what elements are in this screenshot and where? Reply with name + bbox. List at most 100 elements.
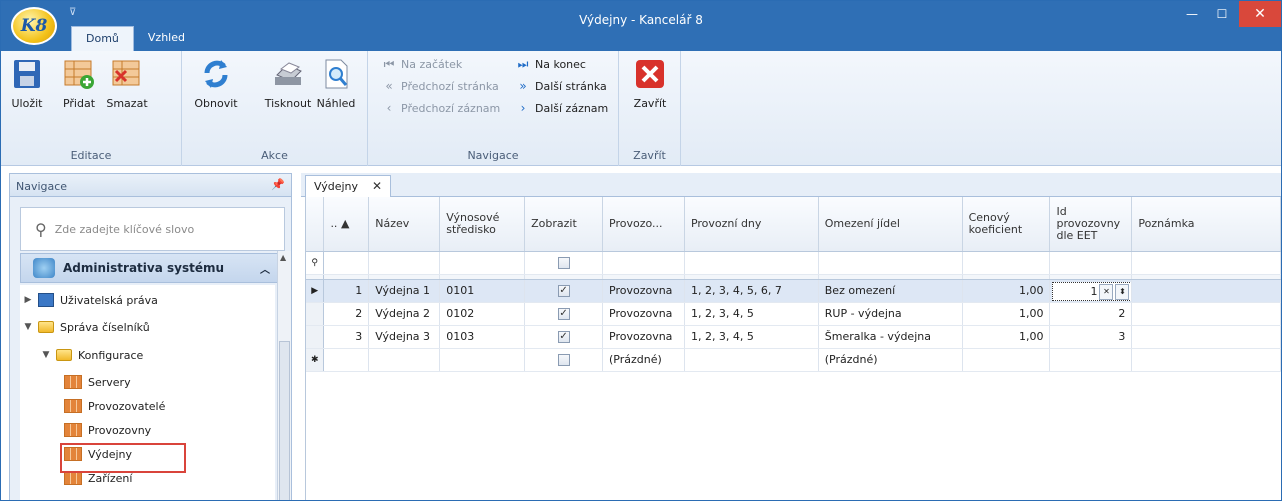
close-tab-icon[interactable]: ✕ — [372, 179, 382, 193]
zobrazit-checkbox[interactable]: ✓ — [557, 285, 570, 297]
spin-updown-icon[interactable]: ⬍ — [1115, 283, 1130, 300]
cell-provozovna[interactable]: Provozovna — [602, 302, 685, 326]
cell-provozni-dny[interactable]: 1, 2, 3, 4, 5 — [684, 325, 819, 349]
column-header-id-eet[interactable]: Id provozovny dle EET — [1049, 197, 1133, 252]
scroll-thumb[interactable] — [279, 341, 290, 500]
cell-nazev[interactable]: Výdejna 2 — [368, 302, 441, 326]
column-header-zobrazit[interactable]: Zobrazit — [524, 197, 603, 252]
cell-zobrazit[interactable]: ✓ — [524, 302, 603, 326]
filter-cell[interactable] — [602, 251, 685, 275]
filter-cell[interactable] — [368, 251, 441, 275]
prev-page-button[interactable]: « Předchozí stránka — [382, 79, 498, 93]
first-record-button[interactable]: ⏮ Na začátek — [382, 57, 463, 72]
cell-nazev[interactable]: Výdejna 1 — [368, 279, 441, 303]
filter-cell[interactable] — [962, 251, 1051, 275]
cell-poznamka[interactable] — [1131, 325, 1281, 349]
cell-provozni-dny[interactable]: 1, 2, 3, 4, 5, 6, 7 — [684, 279, 819, 303]
cell-provozni-dny[interactable] — [684, 348, 819, 372]
next-record-button[interactable]: › Další záznam — [516, 101, 609, 115]
cell-provozovna[interactable]: (Prázdné) — [602, 348, 685, 372]
column-header-cenovy-koeficient[interactable]: Cenový koeficient — [962, 197, 1051, 252]
cell-stredisko[interactable]: 0101 — [439, 279, 526, 303]
cell-koeficient[interactable] — [962, 348, 1051, 372]
cell-zobrazit[interactable]: ✓ — [524, 325, 603, 349]
zobrazit-checkbox[interactable]: ✓ — [557, 331, 570, 343]
cell-stredisko[interactable]: 0102 — [439, 302, 526, 326]
document-tab-vydejny[interactable]: Výdejny ✕ — [305, 175, 391, 197]
filter-cell[interactable] — [684, 251, 819, 275]
next-page-button[interactable]: » Další stránka — [516, 79, 606, 93]
cell-poznamka[interactable] — [1131, 302, 1281, 326]
column-header-omezeni-jidel[interactable]: Omezení jídel — [818, 197, 963, 252]
column-header-nazev[interactable]: Název — [368, 197, 441, 252]
cell-id[interactable]: 3 — [323, 325, 370, 349]
nav-search-input[interactable]: ⚲ Zde zadejte klíčové slovo — [20, 207, 285, 251]
close-window-button[interactable]: ✕ — [1239, 1, 1281, 27]
collapse-arrow-icon[interactable]: ▼ — [40, 350, 52, 360]
tree-item-provozovatele[interactable]: Provozovatelé — [64, 395, 165, 417]
cell-omezeni[interactable]: Šmeralka - výdejna — [818, 325, 963, 349]
collapse-arrow-icon[interactable]: ▼ — [22, 322, 34, 332]
cell-zobrazit[interactable] — [524, 348, 603, 372]
cell-poznamka[interactable] — [1131, 279, 1281, 303]
cell-stredisko[interactable]: 0103 — [439, 325, 526, 349]
column-header-provozovna[interactable]: Provozo... — [602, 197, 685, 252]
cell-eet[interactable]: 3 — [1049, 325, 1133, 349]
nav-scrollbar[interactable]: ▲ — [277, 251, 291, 500]
cell-eet-editor[interactable]: 1 ✕ ⬍ — [1049, 279, 1133, 303]
delete-button[interactable]: Smazat — [105, 57, 149, 110]
cell-id[interactable]: 1 — [323, 279, 370, 303]
expand-arrow-icon[interactable]: ▶ — [22, 295, 34, 305]
cell-poznamka[interactable] — [1131, 348, 1281, 372]
cell-provozovna[interactable]: Provozovna — [602, 325, 685, 349]
tree-item-uzivatelska-prava[interactable]: ▶ Uživatelská práva — [22, 289, 158, 311]
table-row[interactable]: 3 Výdejna 3 0103 ✓ Provozovna 1, 2, 3, 4… — [306, 325, 1281, 349]
filter-checkbox[interactable] — [557, 257, 570, 269]
tree-item-sprava-ciselniku[interactable]: ▼ Správa číselníků — [22, 316, 150, 338]
table-row[interactable]: ▶ 1 Výdejna 1 0101 ✓ Provozovna 1, 2, 3,… — [306, 279, 1281, 303]
filter-cell[interactable] — [818, 251, 963, 275]
eet-spin-input[interactable]: 1 ✕ ⬍ — [1052, 281, 1131, 301]
filter-cell[interactable] — [1049, 251, 1133, 275]
cell-eet[interactable] — [1049, 348, 1133, 372]
save-button[interactable]: Uložit — [5, 57, 49, 110]
prev-record-button[interactable]: ‹ Předchozí záznam — [382, 101, 501, 115]
zobrazit-checkbox[interactable]: ✓ — [557, 308, 570, 320]
add-button[interactable]: Přidat — [57, 57, 101, 110]
new-row[interactable]: ✱ (Prázdné) (Prázdné) — [306, 348, 1281, 372]
maximize-button[interactable]: ☐ — [1207, 1, 1237, 27]
clear-value-icon[interactable]: ✕ — [1099, 283, 1114, 300]
cell-provozovna[interactable]: Provozovna — [602, 279, 685, 303]
filter-cell[interactable] — [524, 251, 603, 275]
preview-button[interactable]: Náhled — [314, 57, 358, 110]
tree-item-konfigurace[interactable]: ▼ Konfigurace — [40, 344, 144, 366]
cell-eet[interactable]: 2 — [1049, 302, 1133, 326]
column-header-vynosove-stredisko[interactable]: Výnosové středisko — [439, 197, 526, 252]
filter-cell[interactable] — [1131, 251, 1281, 275]
cell-provozni-dny[interactable]: 1, 2, 3, 4, 5 — [684, 302, 819, 326]
tab-vzhled[interactable]: Vzhled — [134, 26, 199, 51]
zobrazit-checkbox[interactable] — [557, 354, 570, 366]
scroll-up-icon[interactable]: ▲ — [280, 253, 286, 262]
cell-id[interactable] — [323, 348, 370, 372]
cell-nazev[interactable]: Výdejna 3 — [368, 325, 441, 349]
cell-id[interactable]: 2 — [323, 302, 370, 326]
cell-koeficient[interactable]: 1,00 — [962, 279, 1051, 303]
pin-icon[interactable]: 📌 — [271, 178, 285, 191]
column-header-poznamka[interactable]: Poznámka — [1131, 197, 1281, 252]
last-record-button[interactable]: ⏭ Na konec — [516, 57, 586, 72]
nav-section-admin[interactable]: Administrativa systému ︿ — [20, 253, 285, 283]
filter-cell[interactable] — [323, 251, 370, 275]
tab-domu[interactable]: Domů — [71, 26, 134, 51]
cell-zobrazit[interactable]: ✓ — [524, 279, 603, 303]
filter-cell[interactable] — [439, 251, 526, 275]
column-header-provozni-dny[interactable]: Provozní dny — [684, 197, 819, 252]
refresh-button[interactable]: Obnovit — [194, 57, 238, 110]
table-row[interactable]: 2 Výdejna 2 0102 ✓ Provozovna 1, 2, 3, 4… — [306, 302, 1281, 326]
minimize-button[interactable]: — — [1177, 1, 1207, 27]
cell-nazev[interactable] — [368, 348, 441, 372]
cell-omezeni[interactable]: RUP - výdejna — [818, 302, 963, 326]
cell-omezeni[interactable]: Bez omezení — [818, 279, 963, 303]
chevron-up-icon[interactable]: ︿ — [260, 261, 270, 276]
cell-koeficient[interactable]: 1,00 — [962, 325, 1051, 349]
